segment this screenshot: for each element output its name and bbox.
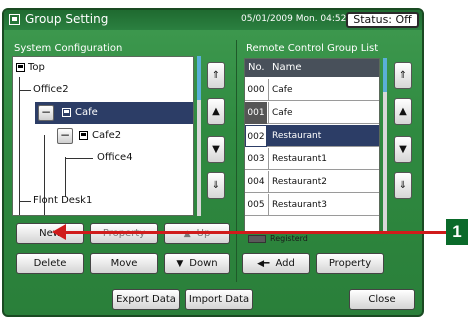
- row-number: 000: [247, 85, 265, 95]
- table-row-selected[interactable]: 002 Restaurant: [245, 125, 379, 147]
- callout-arrow-line: [64, 231, 446, 234]
- callout-number-badge: 1: [446, 219, 468, 245]
- column-header-no: No.: [248, 62, 265, 73]
- list-scroll-down-button[interactable]: ▼: [394, 136, 412, 163]
- list-scroll-top-button[interactable]: ⇑: [394, 62, 412, 89]
- table-row[interactable]: 004 Restaurant2: [245, 171, 379, 193]
- row-name: Restaurant2: [272, 177, 327, 187]
- down-button[interactable]: ▼ Down: [164, 253, 230, 274]
- date-time: 05/01/2009 Mon. 04:52 PM: [241, 14, 363, 24]
- group-property-button[interactable]: Property: [316, 253, 384, 274]
- folder-icon: [62, 108, 71, 117]
- tree-item-label: Flont Desk1: [33, 195, 93, 206]
- status-indicator: Status: Off: [346, 12, 419, 28]
- tree-item-label: Office2: [33, 84, 69, 95]
- folder-icon: [79, 131, 88, 140]
- collapse-button[interactable]: −: [57, 128, 73, 144]
- move-button[interactable]: Move: [90, 253, 158, 274]
- row-name: Cafe: [272, 85, 293, 95]
- tree-item-office2[interactable]: Office2: [13, 79, 193, 101]
- row-name: Cafe: [272, 108, 293, 118]
- group-list-table[interactable]: No. Name 000 Cafe 001 Cafe 002 Restauran…: [244, 58, 380, 232]
- table-row[interactable]: 003 Restaurant1: [245, 148, 379, 170]
- window-title: Group Setting: [25, 12, 109, 26]
- panel-divider: [236, 40, 237, 282]
- table-row[interactable]: 005 Restaurant3: [245, 194, 379, 216]
- list-scroll-bottom-button[interactable]: ⇓: [394, 172, 412, 199]
- tree-item-label: Cafe2: [92, 130, 122, 141]
- down-arrow-icon: ▼: [176, 259, 184, 269]
- export-data-button[interactable]: Export Data: [112, 289, 180, 310]
- row-number: 005: [247, 200, 265, 210]
- tree-item-cafe2[interactable]: − Cafe2: [13, 125, 193, 147]
- row-number: 004: [247, 177, 265, 187]
- registered-legend-swatch: [248, 235, 266, 243]
- delete-button[interactable]: Delete: [16, 253, 84, 274]
- collapse-button[interactable]: −: [38, 105, 54, 121]
- tree-scroll-up-button[interactable]: ▲: [207, 98, 225, 125]
- row-number: 002: [245, 125, 267, 147]
- folder-icon: [16, 63, 25, 72]
- remote-group-list-label: Remote Control Group List: [246, 43, 379, 54]
- close-button[interactable]: Close: [349, 289, 415, 310]
- list-scroll-thumb[interactable]: [383, 58, 387, 92]
- tree-item-top[interactable]: Top: [13, 57, 193, 79]
- title-bar: Group Setting 05/01/2009 Mon. 04:52 PM S…: [4, 10, 422, 30]
- tree-item-label: Top: [28, 62, 45, 73]
- tree-scroll-down-button[interactable]: ▼: [207, 136, 225, 163]
- row-name: Restaurant1: [272, 154, 327, 164]
- tree-item-cafe[interactable]: − Cafe: [35, 102, 193, 124]
- tree-item-label: Office4: [97, 152, 133, 163]
- table-row[interactable]: 000 Cafe: [245, 79, 379, 101]
- registered-legend-label: Registerd: [270, 234, 308, 243]
- tree-scroll-top-button[interactable]: ⇑: [207, 62, 225, 89]
- row-number: 003: [247, 154, 265, 164]
- group-setting-window: Group Setting 05/01/2009 Mon. 04:52 PM S…: [2, 8, 424, 317]
- table-header: No. Name: [245, 59, 379, 77]
- tree-scroll-thumb[interactable]: [197, 56, 201, 100]
- system-configuration-label: System Configuration: [14, 43, 123, 54]
- tree-scroll-bottom-button[interactable]: ⇓: [207, 172, 225, 199]
- column-header-name: Name: [272, 62, 302, 73]
- window-icon: [9, 14, 20, 25]
- tree-item-office4[interactable]: Office4: [13, 147, 193, 169]
- tree-item-flont-desk1[interactable]: Flont Desk1: [13, 190, 193, 212]
- callout-arrowhead: [52, 224, 66, 240]
- system-tree[interactable]: Top Office2 − Cafe − Cafe2 Office4 Flont…: [12, 56, 194, 216]
- left-arrow-icon: ◀━: [257, 259, 270, 269]
- import-data-button[interactable]: Import Data: [185, 289, 253, 310]
- row-number: 001: [245, 102, 267, 124]
- row-name: Restaurant3: [272, 200, 327, 210]
- list-scroll-up-button[interactable]: ▲: [394, 98, 412, 125]
- row-name: Restaurant: [272, 131, 322, 141]
- table-row[interactable]: 001 Cafe: [245, 102, 379, 124]
- tree-item-label: Cafe: [75, 107, 98, 118]
- add-button[interactable]: ◀━ Add: [242, 253, 310, 274]
